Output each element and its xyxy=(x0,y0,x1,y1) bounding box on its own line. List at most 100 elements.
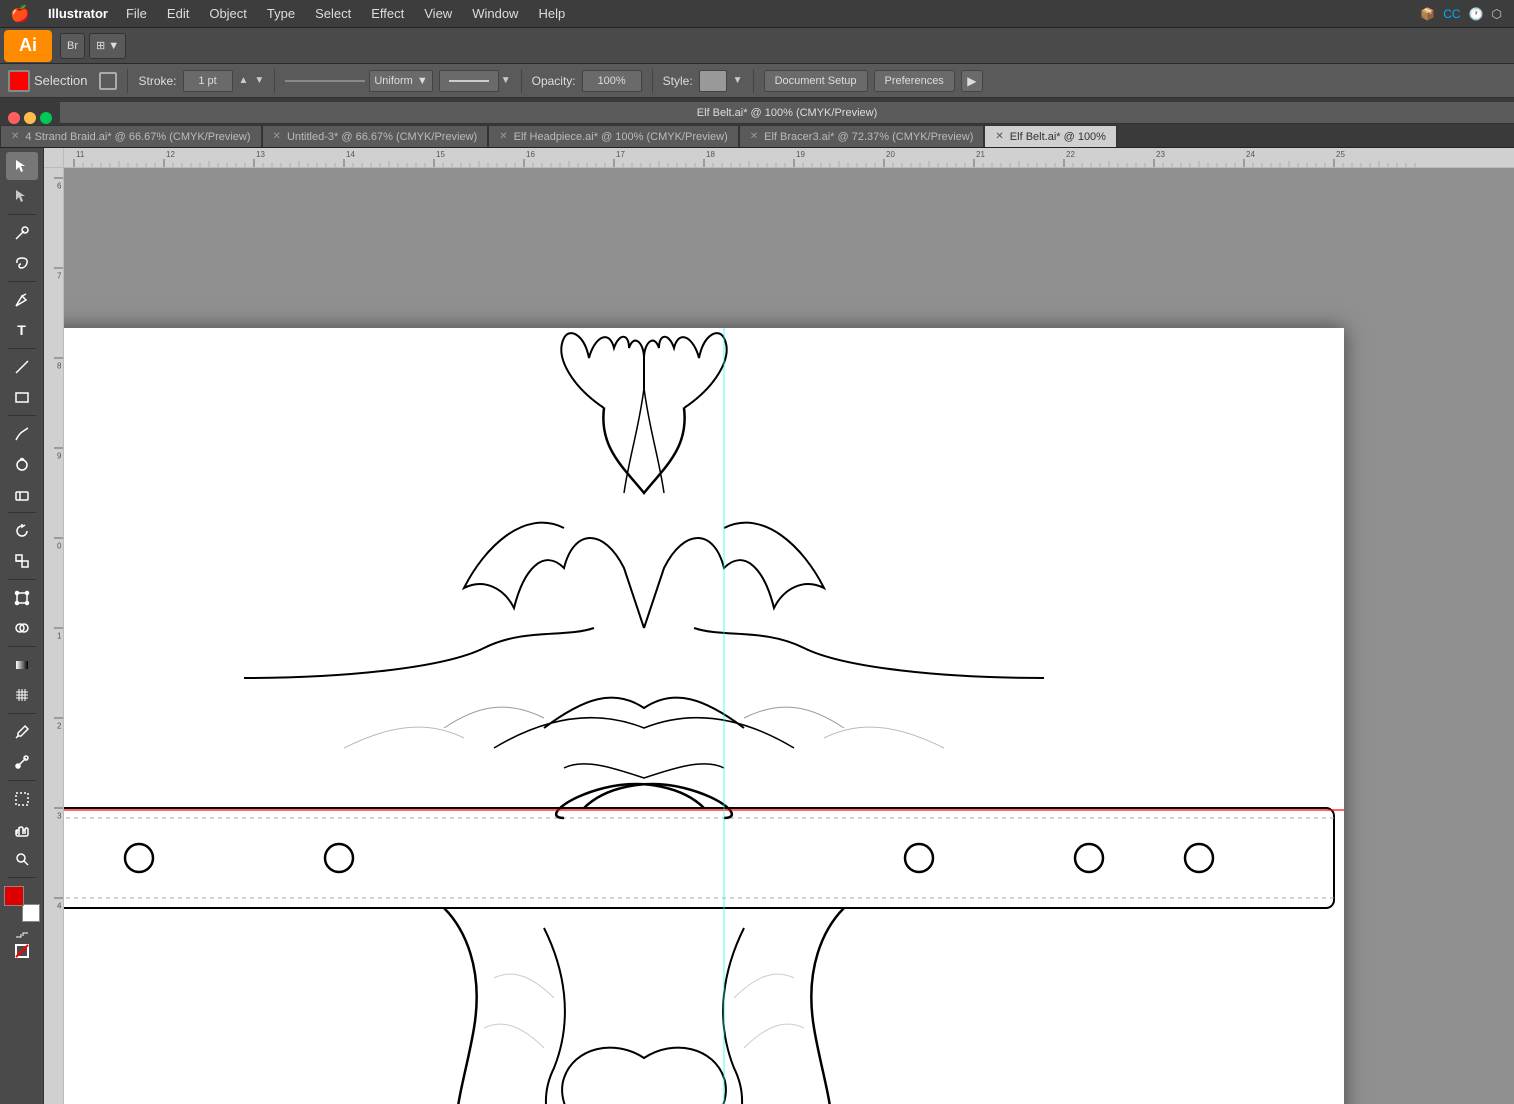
hand-tool-button[interactable] xyxy=(6,815,38,843)
document-tabs-row: ✕ 4 Strand Braid.ai* @ 66.67% (CMYK/Prev… xyxy=(0,124,1514,148)
toolbar-options-button[interactable]: ▶ xyxy=(961,70,983,92)
document-setup-button[interactable]: Document Setup xyxy=(764,70,868,92)
dropbox-icon[interactable]: 📦 xyxy=(1420,7,1435,21)
stroke-color[interactable] xyxy=(99,72,117,90)
menu-help[interactable]: Help xyxy=(528,6,575,21)
pen-tool-button[interactable] xyxy=(6,286,38,314)
color-selector[interactable] xyxy=(4,886,40,922)
stroke-options-arrow[interactable]: ▼ xyxy=(501,75,511,86)
stroke-color-box[interactable] xyxy=(22,904,40,922)
canvas-area[interactable]: // Will be drawn via JS after 1112131415… xyxy=(44,148,1514,1104)
svg-text:20: 20 xyxy=(886,150,895,159)
pencil-tool-button[interactable] xyxy=(6,420,38,448)
menu-edit[interactable]: Edit xyxy=(157,6,199,21)
window-maximize-button[interactable] xyxy=(40,112,52,124)
swap-colors-button[interactable] xyxy=(8,928,36,942)
workspace-icon: ⊞ xyxy=(96,39,105,52)
left-toolbar: T xyxy=(0,148,44,1104)
tab-close-strand[interactable]: ✕ xyxy=(11,131,19,142)
style-arrow[interactable]: ▼ xyxy=(733,75,743,86)
tool-mode-label: Selection xyxy=(34,73,87,88)
eyedropper-tool-button[interactable] xyxy=(6,718,38,746)
apple-menu[interactable]: 🍎 xyxy=(0,4,40,24)
zoom-tool-button[interactable] xyxy=(6,845,38,873)
menu-effect[interactable]: Effect xyxy=(361,6,414,21)
fill-color[interactable] xyxy=(8,70,30,92)
tab-strand-braid[interactable]: ✕ 4 Strand Braid.ai* @ 66.67% (CMYK/Prev… xyxy=(0,125,262,147)
menu-object[interactable]: Object xyxy=(199,6,257,21)
canvas[interactable] xyxy=(64,168,1514,1104)
menu-select[interactable]: Select xyxy=(305,6,361,21)
menu-file[interactable]: File xyxy=(116,6,157,21)
dropdown-arrow: ▼ xyxy=(417,75,428,87)
menu-window[interactable]: Window xyxy=(462,6,528,21)
workspace-button[interactable]: ⊞ ▼ xyxy=(89,33,126,59)
divider-5 xyxy=(753,69,754,93)
svg-text:24: 24 xyxy=(1246,150,1255,159)
tool-divider-9 xyxy=(8,780,36,781)
tool-divider-5 xyxy=(8,512,36,513)
ruler-corner xyxy=(44,148,64,168)
window-close-button[interactable] xyxy=(8,112,20,124)
selection-tool-button[interactable] xyxy=(6,152,38,180)
svg-text:12: 12 xyxy=(166,150,175,159)
direct-selection-tool-button[interactable] xyxy=(6,182,38,210)
application-toolbar: Ai Br ⊞ ▼ xyxy=(0,28,1514,64)
ruler-top-svg: // Will be drawn via JS after 1112131415… xyxy=(64,148,1514,167)
tab-belt[interactable]: ✕ Elf Belt.ai* @ 100% xyxy=(984,125,1117,147)
eraser-tool-button[interactable] xyxy=(6,480,38,508)
free-transform-button[interactable] xyxy=(6,584,38,612)
lasso-tool-button[interactable] xyxy=(6,249,38,277)
stroke-type-dropdown[interactable]: Uniform ▼ xyxy=(369,70,432,92)
tab-close-headpiece[interactable]: ✕ xyxy=(499,131,507,142)
menu-view[interactable]: View xyxy=(414,6,462,21)
mesh-tool-button[interactable] xyxy=(6,681,38,709)
svg-text:9: 9 xyxy=(57,452,62,461)
svg-text:16: 16 xyxy=(526,150,535,159)
svg-text:0: 0 xyxy=(57,542,62,551)
stroke-weight-input[interactable] xyxy=(183,70,233,92)
scale-tool-button[interactable] xyxy=(6,547,38,575)
style-label: Style: xyxy=(663,74,693,88)
stroke-up-arrow[interactable]: ▲ xyxy=(239,75,249,86)
magic-wand-tool-button[interactable] xyxy=(6,219,38,247)
stroke-options-preview[interactable] xyxy=(439,70,499,92)
window-minimize-button[interactable] xyxy=(24,112,36,124)
svg-text:11: 11 xyxy=(76,150,85,159)
tool-divider-8 xyxy=(8,713,36,714)
time-icon: 🕐 xyxy=(1469,7,1484,21)
creative-cloud-icon[interactable]: CC xyxy=(1443,7,1460,21)
tab-label-untitled: Untitled-3* @ 66.67% (CMYK/Preview) xyxy=(287,131,477,143)
bridge-button[interactable]: Br xyxy=(60,33,85,59)
rectangle-tool-button[interactable] xyxy=(6,383,38,411)
blend-tool-button[interactable] xyxy=(6,748,38,776)
artboard-tool-button[interactable] xyxy=(6,785,38,813)
svg-text:13: 13 xyxy=(256,150,265,159)
stroke-down-arrow[interactable]: ▼ xyxy=(254,75,264,86)
svg-text:25: 25 xyxy=(1336,150,1345,159)
ai-logo: Ai xyxy=(4,30,52,62)
gradient-tool-button[interactable] xyxy=(6,651,38,679)
type-icon: T xyxy=(17,322,26,338)
tab-close-untitled[interactable]: ✕ xyxy=(273,131,281,142)
tab-untitled[interactable]: ✕ Untitled-3* @ 66.67% (CMYK/Preview) xyxy=(262,125,489,147)
tab-close-belt[interactable]: ✕ xyxy=(995,131,1003,142)
none-color-button[interactable] xyxy=(8,944,36,958)
blob-brush-tool-button[interactable] xyxy=(6,450,38,478)
line-tool-button[interactable] xyxy=(6,353,38,381)
svg-text:3: 3 xyxy=(57,812,62,821)
bluetooth-icon[interactable]: ⬡ xyxy=(1492,7,1502,21)
fill-color-box[interactable] xyxy=(4,886,24,906)
opacity-input[interactable] xyxy=(582,70,642,92)
tab-close-bracer[interactable]: ✕ xyxy=(750,131,758,142)
menu-type[interactable]: Type xyxy=(257,6,305,21)
tab-bracer[interactable]: ✕ Elf Bracer3.ai* @ 72.37% (CMYK/Preview… xyxy=(739,125,985,147)
tab-headpiece[interactable]: ✕ Elf Headpiece.ai* @ 100% (CMYK/Preview… xyxy=(488,125,739,147)
type-tool-button[interactable]: T xyxy=(6,316,38,344)
shape-builder-button[interactable] xyxy=(6,614,38,642)
preferences-button[interactable]: Preferences xyxy=(874,70,955,92)
style-preview[interactable] xyxy=(699,70,727,92)
stroke-style-preview xyxy=(285,80,365,82)
ruler-left: 678901234 xyxy=(44,168,64,1104)
rotate-tool-button[interactable] xyxy=(6,517,38,545)
